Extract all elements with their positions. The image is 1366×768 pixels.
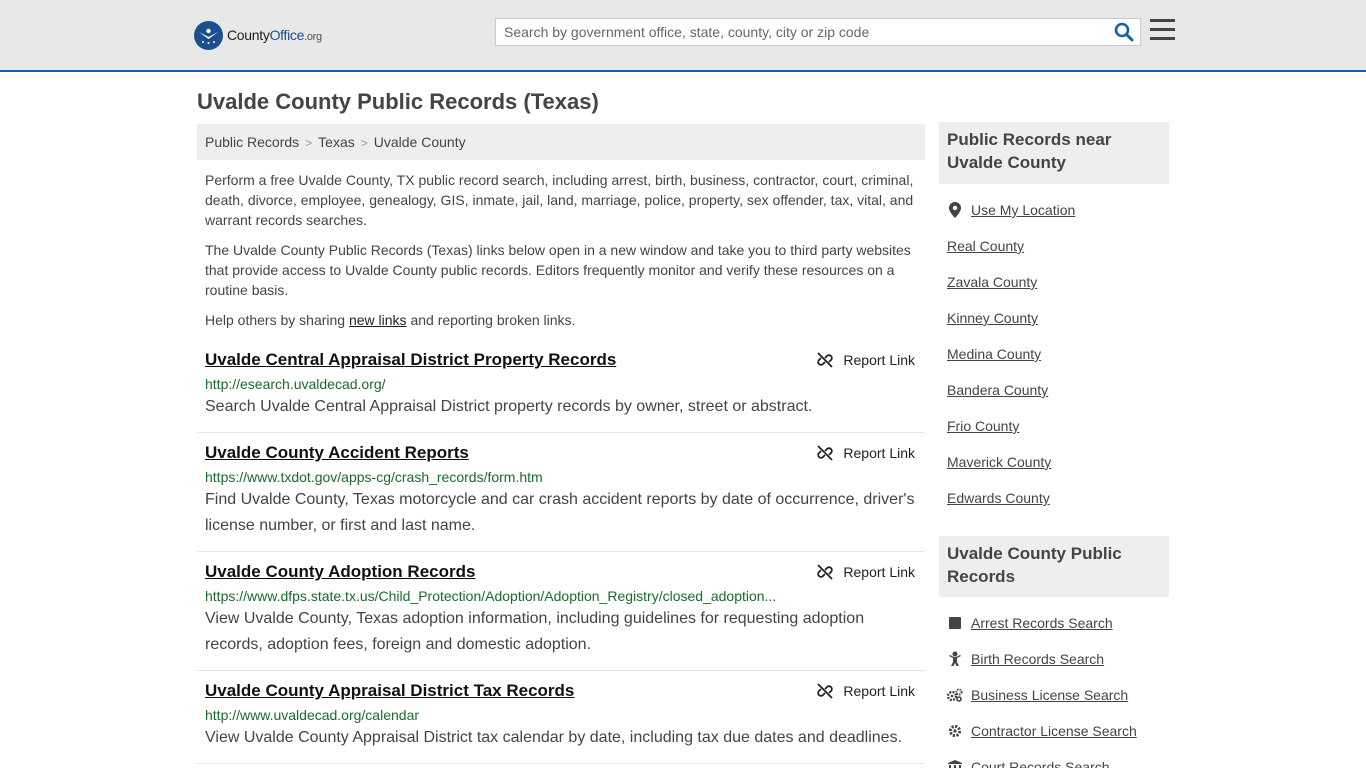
sidebar-item-zavala-county: Zavala County (947, 274, 1169, 310)
hamburger-menu-icon[interactable] (1150, 19, 1175, 43)
gears-icon (947, 687, 963, 703)
sidebar-item-birth-records: Birth Records Search (947, 651, 1169, 687)
sidebar-item-frio-county: Frio County (947, 418, 1169, 454)
breadcrumb: Public Records > Texas > Uvalde County (197, 124, 925, 160)
logo-text: CountyOffice.org (227, 27, 322, 43)
new-links-link[interactable]: new links (349, 312, 407, 328)
nearby-county-link[interactable]: Bandera County (947, 382, 1048, 398)
intro-paragraph-3: Help others by sharing new links and rep… (205, 312, 576, 328)
breadcrumb-uvalde-county[interactable]: Uvalde County (374, 134, 466, 150)
nearby-county-link[interactable]: Frio County (947, 418, 1019, 434)
use-my-location-item: Use My Location (947, 202, 1169, 238)
county-records-heading: Uvalde County Public Records (939, 536, 1169, 597)
sidebar-item-real-county: Real County (947, 238, 1169, 274)
record-url: http://www.uvaldecad.org/calendar (205, 707, 420, 723)
report-link-label: Report Link (843, 683, 915, 699)
sidebar-item-kinney-county: Kinney County (947, 310, 1169, 346)
record-title-link[interactable]: Uvalde Central Appraisal District Proper… (205, 350, 616, 370)
sidebar-item-business-license: Business License Search (947, 687, 1169, 723)
nearby-county-link[interactable]: Edwards County (947, 490, 1050, 506)
record-title-link[interactable]: Uvalde County Adoption Records (205, 562, 475, 582)
intro-text: Perform a free Uvalde County, TX public … (205, 170, 920, 340)
square-icon (947, 615, 963, 631)
breadcrumb-public-records[interactable]: Public Records (205, 134, 299, 150)
nearby-county-link[interactable]: Maverick County (947, 454, 1051, 470)
sidebar-item-edwards-county: Edwards County (947, 490, 1169, 526)
breadcrumb-separator: > (305, 136, 313, 150)
sidebar-item-contractor-license: Contractor License Search (947, 723, 1169, 759)
nearby-county-link[interactable]: Medina County (947, 346, 1041, 362)
site-header: CountyOffice.org (0, 0, 1366, 72)
record-item: Uvalde Central Appraisal District Proper… (197, 340, 925, 433)
report-link-label: Report Link (843, 564, 915, 580)
record-url: https://www.txdot.gov/apps-cg/crash_reco… (205, 469, 543, 485)
record-title-link[interactable]: Uvalde County Accident Reports (205, 443, 469, 463)
report-link-button[interactable]: Report Link (817, 683, 915, 699)
broken-link-icon (817, 564, 834, 580)
broken-link-icon (817, 352, 834, 368)
birth-records-link[interactable]: Birth Records Search (971, 651, 1104, 667)
sidebar-item-maverick-county: Maverick County (947, 454, 1169, 490)
site-logo[interactable]: CountyOffice.org (194, 20, 322, 50)
eagle-logo-icon (194, 20, 223, 50)
contractor-license-link[interactable]: Contractor License Search (971, 723, 1137, 739)
record-url: https://www.dfps.state.tx.us/Child_Prote… (205, 588, 777, 604)
page-title: Uvalde County Public Records (Texas) (197, 89, 599, 114)
report-link-label: Report Link (843, 352, 915, 368)
gear-icon (947, 723, 963, 739)
nearby-county-link[interactable]: Zavala County (947, 274, 1037, 290)
location-pin-icon (947, 202, 963, 218)
nearby-county-link[interactable]: Kinney County (947, 310, 1038, 326)
sidebar-item-medina-county: Medina County (947, 346, 1169, 382)
breadcrumb-separator: > (360, 136, 368, 150)
record-description: Search Uvalde Central Appraisal District… (205, 398, 813, 415)
report-link-button[interactable]: Report Link (817, 564, 915, 580)
report-link-label: Report Link (843, 445, 915, 461)
county-records-list: Arrest Records Search Birth Records Sear… (947, 615, 1169, 768)
search-icon[interactable] (1114, 22, 1134, 42)
record-description: View Uvalde County, Texas adoption infor… (205, 610, 865, 653)
breadcrumb-texas[interactable]: Texas (318, 134, 355, 150)
record-title-link[interactable]: Uvalde County Appraisal District Tax Rec… (205, 681, 574, 701)
report-link-button[interactable]: Report Link (817, 352, 915, 368)
nearby-county-list: Use My Location Real County Zavala Count… (947, 202, 1169, 526)
business-license-link[interactable]: Business License Search (971, 687, 1128, 703)
baby-icon (947, 651, 963, 667)
sidebar-item-arrest-records: Arrest Records Search (947, 615, 1169, 651)
nearby-records-heading: Public Records near Uvalde County (939, 122, 1169, 184)
search-box (495, 18, 1141, 46)
record-item: Uvalde County Appraisal District Tax Rec… (197, 671, 925, 764)
records-list: Uvalde Central Appraisal District Proper… (197, 340, 925, 764)
record-description: Find Uvalde County, Texas motorcycle and… (205, 491, 915, 534)
court-records-link[interactable]: Court Records Search (971, 759, 1110, 768)
sidebar-item-bandera-county: Bandera County (947, 382, 1169, 418)
nearby-county-link[interactable]: Real County (947, 238, 1024, 254)
broken-link-icon (817, 683, 834, 699)
record-url: http://esearch.uvaldecad.org/ (205, 376, 386, 392)
intro-paragraph-2: The Uvalde County Public Records (Texas)… (205, 242, 911, 298)
broken-link-icon (817, 445, 834, 461)
record-item: Uvalde County Accident Reports Report Li… (197, 433, 925, 552)
search-input[interactable] (496, 19, 1096, 45)
sidebar-item-court-records: Court Records Search (947, 759, 1169, 768)
report-link-button[interactable]: Report Link (817, 445, 915, 461)
courthouse-icon (947, 759, 963, 768)
arrest-records-link[interactable]: Arrest Records Search (971, 615, 1113, 631)
record-description: View Uvalde County Appraisal District ta… (205, 729, 903, 746)
intro-paragraph-1: Perform a free Uvalde County, TX public … (205, 172, 914, 228)
use-my-location-link[interactable]: Use My Location (971, 202, 1075, 218)
record-item: Uvalde County Adoption Records Report Li… (197, 552, 925, 671)
